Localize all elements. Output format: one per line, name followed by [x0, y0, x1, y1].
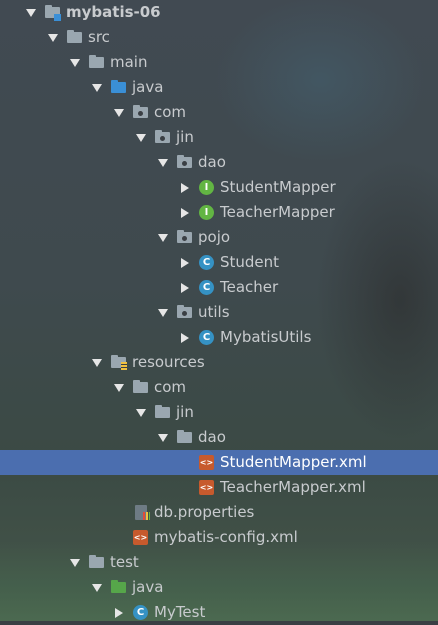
tree-row[interactable]: C MyTest: [0, 600, 438, 625]
folder-icon: [154, 404, 171, 421]
expand-down-arrow-icon[interactable]: [156, 431, 170, 445]
module-folder-icon: [44, 4, 61, 21]
package-icon: [176, 304, 193, 321]
xml-file-icon: <>: [198, 454, 215, 471]
class-icon: C: [198, 279, 215, 296]
tree-row-label: java: [132, 578, 164, 596]
expand-right-arrow-icon[interactable]: [178, 281, 192, 295]
folder-icon: [132, 379, 149, 396]
expand-down-arrow-icon[interactable]: [134, 406, 148, 420]
tree-row-label: TeacherMapper: [220, 203, 335, 221]
class-icon: C: [198, 329, 215, 346]
tree-row[interactable]: <> TeacherMapper.xml: [0, 475, 438, 500]
tree-row-label: java: [132, 78, 164, 96]
tree-row-label: db.properties: [154, 503, 255, 521]
tree-row-label: MybatisUtils: [220, 328, 312, 346]
tree-row-label: Teacher: [220, 278, 279, 296]
tree-row-label: StudentMapper.xml: [220, 453, 367, 471]
tree-row[interactable]: C MybatisUtils: [0, 325, 438, 350]
expand-right-arrow-icon[interactable]: [178, 256, 192, 270]
expand-right-arrow-icon[interactable]: [178, 331, 192, 345]
tree-row-label: main: [110, 53, 148, 71]
expand-down-arrow-icon[interactable]: [112, 381, 126, 395]
package-icon: [176, 229, 193, 246]
tree-row-label: pojo: [198, 228, 231, 246]
tree-row[interactable]: jin: [0, 125, 438, 150]
tree-row[interactable]: com: [0, 100, 438, 125]
tree-row[interactable]: java: [0, 575, 438, 600]
resources-folder-icon: [110, 354, 127, 371]
expand-down-arrow-icon[interactable]: [90, 356, 104, 370]
tree-row-label: utils: [198, 303, 230, 321]
tree-row[interactable]: resources: [0, 350, 438, 375]
expand-down-arrow-icon[interactable]: [156, 231, 170, 245]
tree-row-label: mybatis-06: [66, 3, 161, 21]
tree-row-label: resources: [132, 353, 205, 371]
tree-row[interactable]: <> StudentMapper.xml: [0, 450, 438, 475]
tree-row[interactable]: dao: [0, 150, 438, 175]
tree-row[interactable]: src: [0, 25, 438, 50]
tree-row-label: MyTest: [154, 603, 206, 621]
tree-row-label: src: [88, 28, 110, 46]
tree-row-label: mybatis-config.xml: [154, 528, 298, 546]
tree-row-label: com: [154, 378, 187, 396]
tree-row-label: Student: [220, 253, 280, 271]
tree-row[interactable]: java: [0, 75, 438, 100]
interface-icon: I: [198, 179, 215, 196]
expand-down-arrow-icon[interactable]: [68, 556, 82, 570]
expand-right-arrow-icon[interactable]: [178, 181, 192, 195]
tree-row[interactable]: <> mybatis-config.xml: [0, 525, 438, 550]
expand-down-arrow-icon[interactable]: [90, 581, 104, 595]
tree-row-label: com: [154, 103, 187, 121]
expand-down-arrow-icon[interactable]: [90, 81, 104, 95]
xml-file-icon: <>: [198, 479, 215, 496]
expand-down-arrow-icon[interactable]: [24, 6, 38, 20]
tree-row-label: TeacherMapper.xml: [220, 478, 366, 496]
properties-file-icon: [132, 504, 150, 521]
tree-row[interactable]: jin: [0, 400, 438, 425]
expand-down-arrow-icon[interactable]: [134, 131, 148, 145]
package-icon: [132, 104, 149, 121]
tree-row-label: dao: [198, 153, 226, 171]
project-tree[interactable]: mybatis-06 src main java com jin dao I StudentMa…: [0, 0, 438, 625]
tree-row[interactable]: C Teacher: [0, 275, 438, 300]
tree-row-label: test: [110, 553, 139, 571]
tree-row[interactable]: dao: [0, 425, 438, 450]
interface-icon: I: [198, 204, 215, 221]
expand-down-arrow-icon[interactable]: [112, 106, 126, 120]
tree-row[interactable]: I TeacherMapper: [0, 200, 438, 225]
xml-file-icon: <>: [132, 529, 149, 546]
folder-icon: [176, 429, 193, 446]
expand-down-arrow-icon[interactable]: [156, 306, 170, 320]
expand-right-arrow-icon[interactable]: [112, 606, 126, 620]
folder-icon: [88, 554, 105, 571]
tree-row[interactable]: utils: [0, 300, 438, 325]
expand-down-arrow-icon[interactable]: [156, 156, 170, 170]
source-root-folder-icon: [110, 79, 127, 96]
expand-down-arrow-icon[interactable]: [68, 56, 82, 70]
folder-icon: [88, 54, 105, 71]
tree-row-label: StudentMapper: [220, 178, 336, 196]
tree-row[interactable]: main: [0, 50, 438, 75]
tree-row-label: jin: [176, 128, 194, 146]
test-root-folder-icon: [110, 579, 127, 596]
folder-icon: [66, 29, 83, 46]
package-icon: [176, 154, 193, 171]
expand-down-arrow-icon[interactable]: [46, 31, 60, 45]
class-icon: C: [198, 254, 215, 271]
class-icon: C: [132, 604, 149, 621]
tree-row[interactable]: C Student: [0, 250, 438, 275]
tree-row[interactable]: pojo: [0, 225, 438, 250]
tree-row[interactable]: mybatis-06: [0, 0, 438, 25]
tree-row-label: jin: [176, 403, 194, 421]
tree-row[interactable]: test: [0, 550, 438, 575]
tree-row-label: dao: [198, 428, 226, 446]
tree-row[interactable]: db.properties: [0, 500, 438, 525]
tree-row[interactable]: I StudentMapper: [0, 175, 438, 200]
expand-right-arrow-icon[interactable]: [178, 206, 192, 220]
package-icon: [154, 129, 171, 146]
tree-row[interactable]: com: [0, 375, 438, 400]
